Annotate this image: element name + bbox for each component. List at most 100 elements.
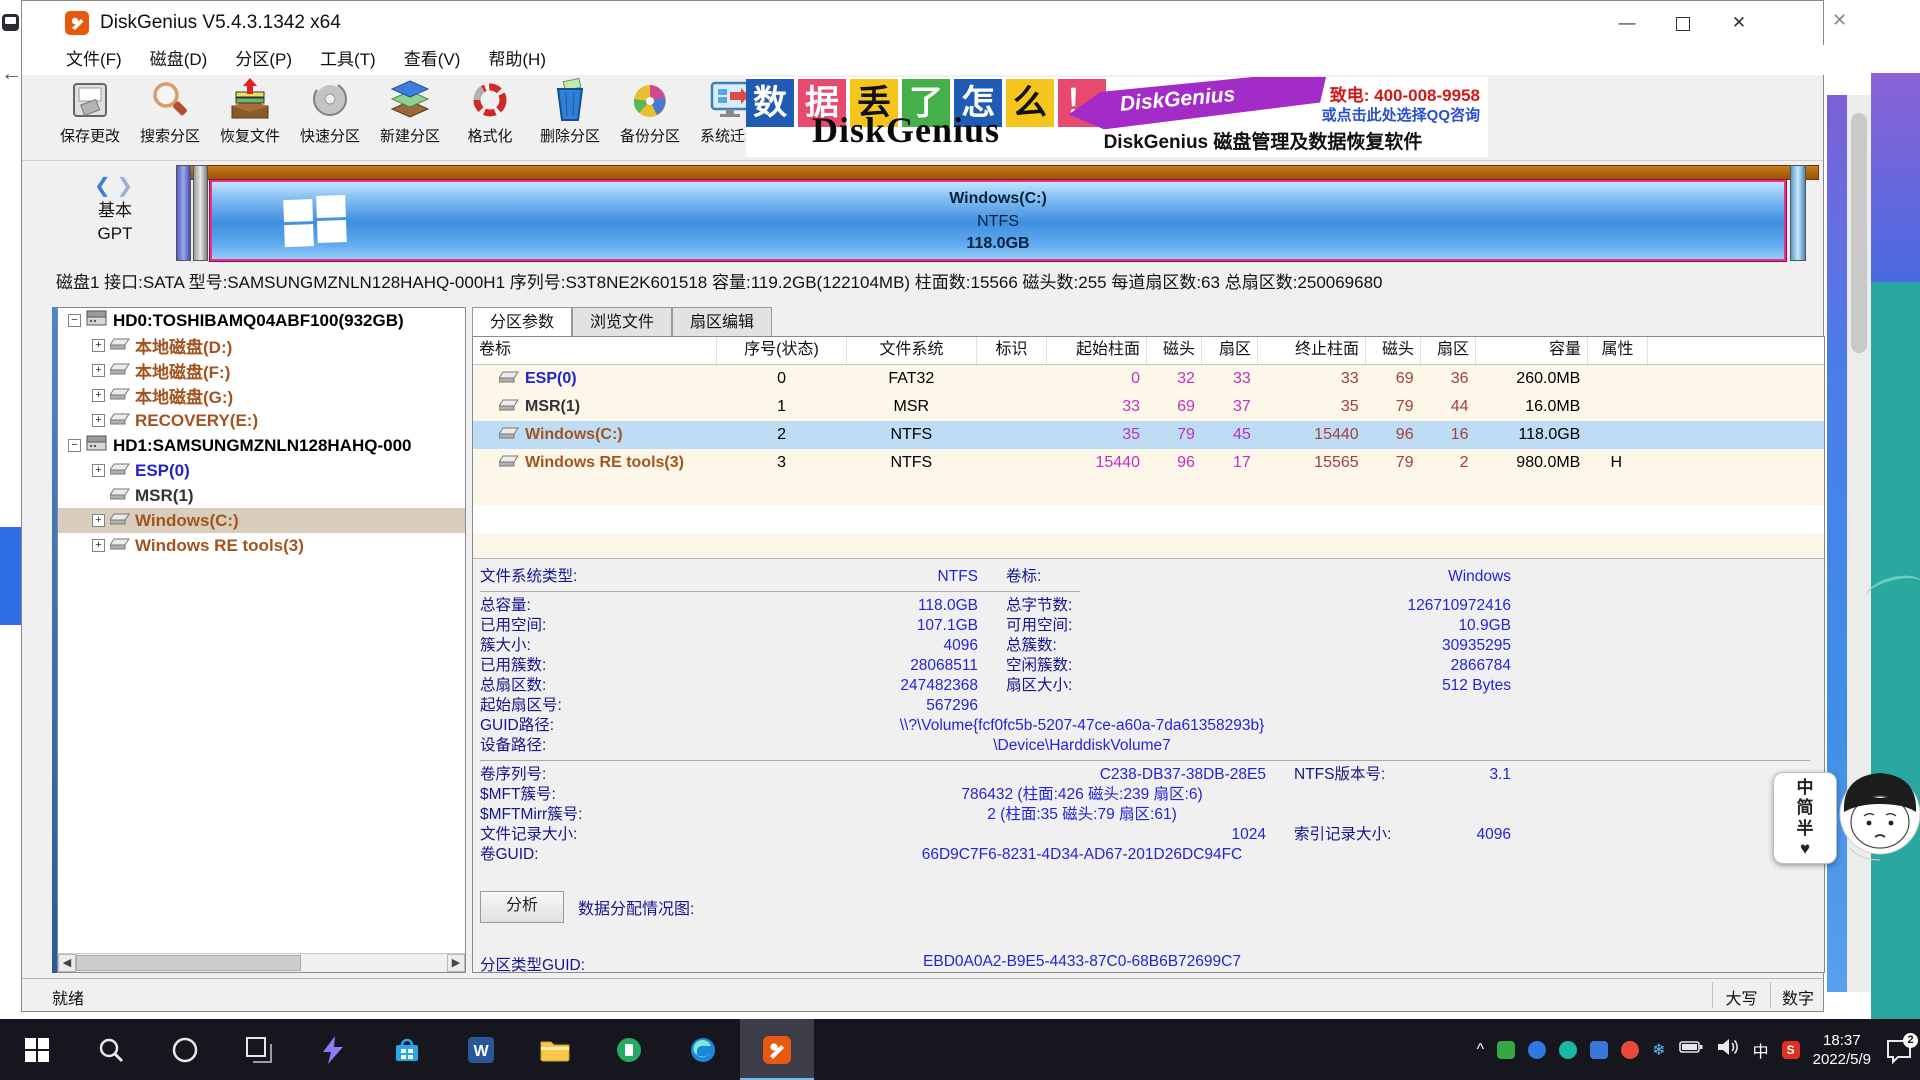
ime-zh[interactable]: 中 xyxy=(1753,1038,1769,1062)
column-header-10[interactable]: 扇区 xyxy=(1421,337,1476,364)
column-header-6[interactable]: 磁头 xyxy=(1147,337,1202,364)
msr-partition-segment[interactable] xyxy=(193,165,208,261)
cell: 16 xyxy=(1420,421,1475,449)
tree-item--d-[interactable]: +本地磁盘(D:) xyxy=(58,333,465,358)
backup-partition-button[interactable]: 备份分区 xyxy=(610,75,690,159)
notification-center-icon[interactable]: 2 xyxy=(1884,1035,1914,1065)
ime-char-4[interactable]: ♥ xyxy=(1800,839,1810,858)
tray-teal-app[interactable] xyxy=(1559,1041,1577,1059)
menu-item-4[interactable]: 工具(T) xyxy=(306,45,390,75)
tree-scroll-thumb[interactable] xyxy=(76,955,301,971)
disk-nav-arrows[interactable]: ❮ ❯ xyxy=(94,173,133,198)
tree-item-windows-c-[interactable]: +Windows(C:) xyxy=(58,508,465,533)
menu-item-6[interactable]: 帮助(H) xyxy=(474,45,560,75)
ime-char-2[interactable]: 简 xyxy=(1797,798,1814,817)
tree-item-hd0-toshibamq04abf100-932gb-[interactable]: −HD0:TOSHIBAMQ04ABF100(932GB) xyxy=(58,308,465,333)
taskbar-clock[interactable]: 18:372022/5/9 xyxy=(1813,1031,1871,1069)
tray-sogou[interactable]: S xyxy=(1782,1041,1800,1059)
table-row-esp-0-[interactable]: ESP(0)0FAT3203233336936260.0MB xyxy=(473,365,1824,393)
banner-qq-link[interactable]: 或点击此处选择QQ咨询 xyxy=(1322,104,1480,125)
column-header-12[interactable]: 属性 xyxy=(1588,337,1648,364)
column-header-9[interactable]: 磁头 xyxy=(1366,337,1421,364)
expand-icon[interactable]: + xyxy=(92,539,105,552)
volume-icon[interactable] xyxy=(1716,1038,1740,1061)
search-partition-button[interactable]: 搜索分区 xyxy=(130,75,210,159)
tray-expand[interactable]: ^ xyxy=(1477,1041,1485,1059)
collapse-icon[interactable]: − xyxy=(68,314,81,327)
expand-icon[interactable]: + xyxy=(92,389,105,402)
column-header-1[interactable]: 卷标 xyxy=(473,337,717,364)
quick-partition-button[interactable]: 快速分区 xyxy=(290,75,370,159)
back-arrow-icon[interactable]: ← xyxy=(1,62,22,86)
ime-char-1[interactable]: 中 xyxy=(1797,778,1814,797)
taskbar-explorer-icon[interactable] xyxy=(518,1019,592,1080)
column-header-4[interactable]: 标识 xyxy=(977,337,1047,364)
taskbar-task-view-icon[interactable] xyxy=(222,1019,296,1080)
taskbar-store-icon[interactable] xyxy=(370,1019,444,1080)
tree-horizontal-scrollbar[interactable]: ◀ ▶ xyxy=(58,953,465,972)
battery-icon[interactable] xyxy=(1679,1039,1703,1060)
tab-1[interactable]: 分区参数 xyxy=(472,307,572,337)
tray-green-app[interactable] xyxy=(1497,1041,1515,1059)
delete-partition-button[interactable]: 删除分区 xyxy=(530,75,610,159)
expand-icon[interactable]: + xyxy=(92,464,105,477)
taskbar-lightning-icon[interactable] xyxy=(296,1019,370,1080)
windows-c-partition-segment[interactable]: Windows(C:) NTFS 118.0GB xyxy=(210,180,1786,261)
esp-partition-segment[interactable] xyxy=(176,165,191,261)
tab-3[interactable]: 扇区编辑 xyxy=(672,307,772,337)
column-header-7[interactable]: 扇区 xyxy=(1202,337,1258,364)
tray-snowflake[interactable]: ❄ xyxy=(1652,1040,1665,1060)
tree-item-msr-1-[interactable]: MSR(1) xyxy=(58,483,465,508)
column-header-5[interactable]: 起始柱面 xyxy=(1047,337,1147,364)
background-close-icon[interactable]: ✕ xyxy=(1832,10,1847,31)
ime-char-3[interactable]: 半 xyxy=(1797,819,1814,838)
column-header-11[interactable]: 容量 xyxy=(1476,337,1588,364)
taskbar-edge-icon[interactable] xyxy=(666,1019,740,1080)
scroll-right-icon[interactable]: ▶ xyxy=(447,954,465,972)
analyze-button[interactable]: 分析 xyxy=(480,891,564,923)
taskbar-cortana-icon[interactable] xyxy=(148,1019,222,1080)
column-header-3[interactable]: 文件系统 xyxy=(847,337,977,364)
expand-icon[interactable]: + xyxy=(92,339,105,352)
tree-item-windows-re-tools-3-[interactable]: +Windows RE tools(3) xyxy=(58,533,465,558)
scroll-left-icon[interactable]: ◀ xyxy=(58,954,76,972)
tray-red-app[interactable] xyxy=(1621,1041,1639,1059)
menu-item-3[interactable]: 分区(P) xyxy=(221,45,306,75)
menu-item-5[interactable]: 查看(V) xyxy=(390,45,475,75)
taskbar-search-icon[interactable] xyxy=(74,1019,148,1080)
tray-blue-app[interactable] xyxy=(1528,1041,1546,1059)
table-row-msr-1-[interactable]: MSR(1)1MSR33693735794416.0MB xyxy=(473,393,1824,421)
scrollbar-thumb[interactable] xyxy=(1851,113,1867,353)
expand-icon[interactable]: + xyxy=(92,364,105,377)
taskbar-word-icon[interactable]: W xyxy=(444,1019,518,1080)
re-tools-partition-segment[interactable] xyxy=(1790,165,1806,261)
new-partition-button[interactable]: 新建分区 xyxy=(370,75,450,159)
tree-item--f-[interactable]: +本地磁盘(F:) xyxy=(58,358,465,383)
tray-qq[interactable] xyxy=(1590,1041,1608,1059)
maximize-button[interactable] xyxy=(1655,1,1711,45)
expand-icon[interactable]: + xyxy=(92,414,105,427)
tab-2[interactable]: 浏览文件 xyxy=(572,307,672,337)
tree-item--g-[interactable]: +本地磁盘(G:) xyxy=(58,383,465,408)
format-button[interactable]: 格式化 xyxy=(450,75,530,159)
menu-item-2[interactable]: 磁盘(D) xyxy=(136,45,222,75)
ime-widget[interactable]: 中简半♥ xyxy=(1773,772,1837,864)
save-changes-button[interactable]: 保存更改 xyxy=(50,75,130,159)
column-header-2[interactable]: 序号(状态) xyxy=(717,337,847,364)
minimize-button[interactable]: — xyxy=(1599,1,1655,45)
column-header-8[interactable]: 终止柱面 xyxy=(1258,337,1366,364)
expand-icon[interactable]: + xyxy=(92,514,105,527)
taskbar-diskgenius-icon[interactable] xyxy=(740,1019,814,1080)
close-button[interactable]: ✕ xyxy=(1711,1,1767,45)
tree-item-hd1-samsungmznln128hahq-000[interactable]: −HD1:SAMSUNGMZNLN128HAHQ-000 xyxy=(58,433,465,458)
taskbar-green-app-icon[interactable] xyxy=(592,1019,666,1080)
collapse-icon[interactable]: − xyxy=(68,439,81,452)
recover-files-button[interactable]: 恢复文件 xyxy=(210,75,290,159)
tree-item-esp-0-[interactable]: +ESP(0) xyxy=(58,458,465,483)
promo-banner[interactable]: 数据丢了怎么！ DiskGenius DiskGenius 致电: 400-00… xyxy=(746,77,1488,157)
taskbar-start-icon[interactable] xyxy=(0,1019,74,1080)
tree-item-recovery-e-[interactable]: +RECOVERY(E:) xyxy=(58,408,465,433)
table-row-windows-re-tools-3-[interactable]: Windows RE tools(3)3NTFS1544096171556579… xyxy=(473,449,1824,477)
menu-item-1[interactable]: 文件(F) xyxy=(52,45,136,75)
table-row-windows-c-[interactable]: Windows(C:)2NTFS357945154409616118.0GB xyxy=(473,421,1824,449)
